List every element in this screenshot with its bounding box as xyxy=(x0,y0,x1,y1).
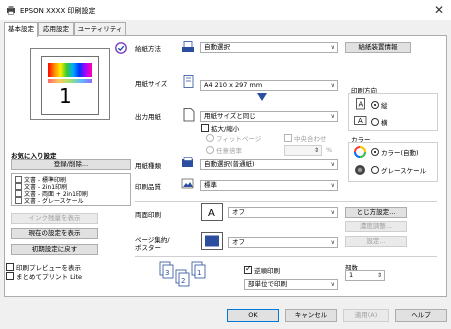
output-paper-icon xyxy=(183,108,195,122)
media-type-select[interactable]: 自動選択(普通紙) ∨ xyxy=(200,159,338,170)
print-preview: 1 xyxy=(30,48,110,120)
paper-source-info-button[interactable]: 給紙装置情報 xyxy=(345,42,411,53)
list-item[interactable]: 文書 - グレースケール xyxy=(24,196,84,205)
media-type-icon xyxy=(182,157,193,167)
reverse-order-label: 逆順印刷 xyxy=(254,267,280,275)
favorites-list[interactable]: 文書 - 標準印刷 文書 - 2in1印刷 文書 - 両面 + 2in1印刷 文… xyxy=(11,173,131,206)
ratio-input[interactable]: ⇕ xyxy=(284,145,322,156)
tab-advanced[interactable]: 応用設定 xyxy=(38,22,74,36)
cancel-button[interactable]: キャンセル xyxy=(285,309,337,322)
tab-basic[interactable]: 基本設定 xyxy=(4,22,38,37)
color-auto-label: カラー(自動) xyxy=(381,149,419,157)
paper-tray-icon xyxy=(182,41,194,52)
multipage-select[interactable]: オフ ∨ xyxy=(228,237,338,248)
media-type-label: 用紙種類 xyxy=(135,162,161,170)
scaling-label: 拡大/縮小 xyxy=(211,125,240,133)
color-auto-radio[interactable] xyxy=(371,148,379,156)
divider xyxy=(135,256,437,257)
document-icon xyxy=(15,183,22,190)
printer-icon xyxy=(7,6,15,15)
svg-text:A: A xyxy=(358,117,363,125)
preview-page-number: 1 xyxy=(59,84,72,108)
center-checkbox[interactable] xyxy=(284,134,292,142)
apply-button[interactable]: 適用(A) xyxy=(343,309,389,322)
lite-label: まとめてプリント Lite xyxy=(16,273,83,281)
paper-source-label: 給紙方法 xyxy=(135,45,161,53)
multipage-settings-button[interactable]: 設定... xyxy=(345,236,407,247)
reverse-order-checkbox[interactable] xyxy=(244,264,252,274)
svg-text:A: A xyxy=(208,208,215,219)
percent-unit: % xyxy=(326,146,333,154)
grayscale-label: グレースケール xyxy=(381,167,427,175)
paper-source-select[interactable]: 自動選択 ∨ xyxy=(200,42,338,53)
status-check-icon xyxy=(115,42,127,54)
any-ratio-label: 任意倍率 xyxy=(216,147,242,155)
duplex-select[interactable]: オフ ∨ xyxy=(228,207,338,218)
preview-color-strip xyxy=(48,79,92,83)
fit-page-label: フィットページ xyxy=(216,135,262,143)
quality-icon xyxy=(181,178,194,189)
quality-select[interactable]: 標準 ∨ xyxy=(200,180,338,191)
close-icon[interactable]: ✕ xyxy=(432,3,446,17)
ink-level-button[interactable]: インク残量を表示 xyxy=(11,213,98,224)
quality-label: 印刷品質 xyxy=(135,183,161,191)
binding-settings-button[interactable]: とじ方設定... xyxy=(345,207,407,218)
svg-text:1: 1 xyxy=(197,269,201,277)
copies-input[interactable]: 1 ⇕ xyxy=(345,270,385,281)
paper-size-label: 用紙サイズ xyxy=(135,80,168,88)
duplex-label: 両面印刷 xyxy=(135,211,161,219)
print-preview-checkbox[interactable] xyxy=(6,263,14,271)
show-current-settings-button[interactable]: 現在の設定を表示 xyxy=(11,228,98,239)
collate-order-select[interactable]: 部単位で印刷 ∨ xyxy=(244,279,338,290)
ok-button[interactable]: OK xyxy=(227,309,279,322)
title-bar: EPSON XXXX 印刷設定 ✕ xyxy=(0,0,451,20)
arrow-down-icon xyxy=(257,93,267,101)
center-label: 中央合わせ xyxy=(294,135,327,143)
collate-pages-icon: 3 2 1 xyxy=(159,261,206,287)
preview-page: 1 xyxy=(41,56,99,115)
any-ratio-radio[interactable] xyxy=(206,146,214,154)
output-paper-select[interactable]: 用紙サイズと同じ ∨ xyxy=(200,111,338,122)
lite-checkbox[interactable] xyxy=(6,272,14,280)
duplex-page-icon: A xyxy=(201,203,223,221)
portrait-radio[interactable] xyxy=(371,101,379,109)
svg-text:2: 2 xyxy=(181,277,185,285)
portrait-label: 縦 xyxy=(381,102,388,110)
multipage-icon xyxy=(201,232,223,250)
grayscale-radio[interactable] xyxy=(371,166,379,174)
landscape-icon: A xyxy=(354,116,367,125)
landscape-radio[interactable] xyxy=(371,118,379,126)
reset-defaults-button[interactable]: 初期設定に戻す xyxy=(11,244,98,255)
multipage-label: ページ集約/ ポスター xyxy=(135,236,170,252)
help-button[interactable]: ヘルプ xyxy=(395,309,447,322)
grayscale-icon xyxy=(355,165,365,175)
svg-text:3: 3 xyxy=(165,269,169,277)
preview-color-bar xyxy=(48,63,92,77)
paper-size-select[interactable]: A4 210 x 297 mm ∨ xyxy=(200,80,338,91)
color-wheel-icon xyxy=(354,146,366,158)
density-adjust-button[interactable]: 濃度調整... xyxy=(345,221,407,232)
fit-page-radio[interactable] xyxy=(206,134,214,142)
document-icon xyxy=(15,197,22,204)
portrait-icon: A xyxy=(356,98,365,110)
svg-text:A: A xyxy=(359,101,364,109)
tab-utility[interactable]: ユーティリティー xyxy=(74,22,126,45)
favorites-register-button[interactable]: 登録/削除... xyxy=(11,159,131,170)
scaling-checkbox[interactable] xyxy=(201,124,209,132)
paper-size-icon xyxy=(183,75,194,88)
document-icon xyxy=(15,176,22,183)
output-paper-label: 出力用紙 xyxy=(135,113,161,121)
divider xyxy=(135,201,437,202)
window-title: EPSON XXXX 印刷設定 xyxy=(20,7,96,15)
document-icon xyxy=(15,190,22,197)
landscape-label: 横 xyxy=(381,119,388,127)
